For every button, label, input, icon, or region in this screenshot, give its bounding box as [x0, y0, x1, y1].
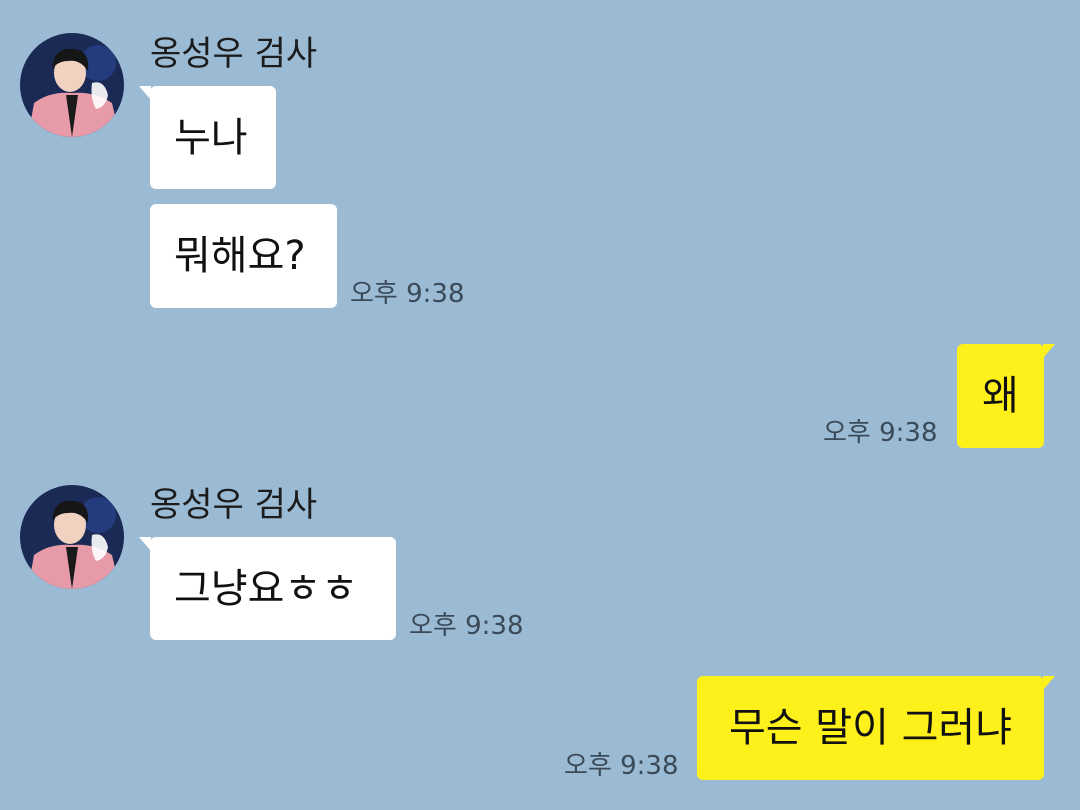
avatar-photo-icon: [20, 33, 124, 137]
message-timestamp: 오후 9:38: [350, 279, 465, 309]
bubble-tail: [139, 86, 151, 100]
message-bubble-incoming[interactable]: 누나: [139, 86, 276, 189]
message-text: 왜: [982, 373, 1019, 419]
message-text: 무슨 말이 그러냐: [728, 705, 1013, 751]
bubble-tail: [1043, 676, 1055, 690]
message-bubble-incoming[interactable]: 뭐해요?: [150, 204, 337, 308]
message-bubble-incoming[interactable]: 그냥요ㅎㅎ: [139, 537, 396, 640]
message-text: 뭐해요?: [174, 233, 306, 279]
message-bubble-outgoing[interactable]: 왜: [957, 344, 1055, 448]
avatar-photo-icon: [20, 485, 124, 589]
message-text: 누나: [174, 114, 248, 161]
message-timestamp: 오후 9:38: [409, 611, 524, 641]
bubble-tail: [1043, 344, 1055, 358]
message-timestamp: 오후 9:38: [823, 418, 938, 448]
sender-avatar[interactable]: [20, 33, 124, 137]
message-text: 그냥요ㅎㅎ: [174, 565, 358, 612]
chat-room[interactable]: 옹성우 검사 누나 뭐해요? 오후 9:38 왜 오후 9:38 옹성우 검사 …: [0, 0, 1080, 810]
bubble-tail: [139, 537, 151, 551]
sender-name: 옹성우 검사: [150, 34, 318, 74]
message-timestamp: 오후 9:38: [564, 751, 679, 781]
sender-avatar[interactable]: [20, 485, 124, 589]
sender-name: 옹성우 검사: [150, 485, 318, 525]
message-bubble-outgoing[interactable]: 무슨 말이 그러냐: [697, 676, 1055, 780]
